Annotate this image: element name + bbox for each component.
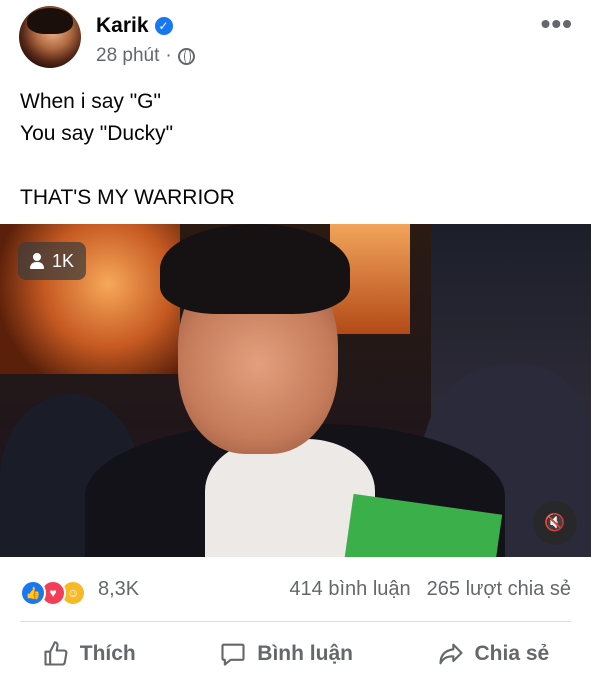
comment-label: Bình luận bbox=[257, 642, 353, 665]
like-label: Thích bbox=[79, 642, 136, 665]
post-time[interactable]: 28 phút bbox=[96, 45, 159, 67]
person-hair bbox=[160, 224, 350, 314]
person-icon bbox=[30, 253, 44, 269]
post-stats: 👍 ♥ ☺ 8,3K 414 bình luận 265 lượt chia s… bbox=[20, 578, 571, 606]
mute-button[interactable]: 🔇 bbox=[533, 501, 577, 545]
author-name[interactable]: Karik bbox=[96, 14, 149, 38]
share-arrow-icon bbox=[438, 643, 463, 665]
like-button[interactable]: Thích bbox=[42, 634, 136, 674]
reaction-count[interactable]: 8,3K bbox=[98, 578, 139, 601]
divider bbox=[20, 621, 571, 622]
action-bar: Thích Bình luận Chia sẻ bbox=[0, 634, 591, 674]
video-player[interactable]: 1K 🔇 bbox=[0, 224, 591, 557]
thumbs-up-icon bbox=[44, 641, 68, 666]
post-text: When i say "G" You say "Ducky" THAT'S MY… bbox=[20, 90, 235, 209]
share-count[interactable]: 265 lượt chia sẻ bbox=[427, 578, 571, 601]
like-reaction-icon: 👍 bbox=[20, 580, 46, 606]
author-row: Karik ✓ bbox=[96, 14, 173, 38]
verified-badge-icon: ✓ bbox=[154, 17, 173, 35]
viewer-count: 1K bbox=[52, 250, 75, 271]
viewer-count-badge: 1K bbox=[18, 242, 87, 280]
share-button[interactable]: Chia sẻ bbox=[437, 634, 550, 674]
meta-separator: · bbox=[165, 45, 172, 66]
globe-icon[interactable] bbox=[177, 47, 195, 65]
comment-button[interactable]: Bình luận bbox=[219, 634, 353, 674]
post-meta: 28 phút · bbox=[96, 45, 195, 67]
share-label: Chia sẻ bbox=[474, 642, 550, 665]
comment-count[interactable]: 414 bình luận bbox=[289, 578, 410, 601]
more-options-button[interactable]: ••• bbox=[541, 8, 573, 40]
reaction-icons[interactable]: 👍 ♥ ☺ bbox=[20, 580, 86, 606]
speaker-muted-icon: 🔇 bbox=[544, 513, 566, 532]
author-avatar[interactable] bbox=[19, 6, 81, 68]
comment-bubble-icon bbox=[221, 643, 245, 666]
